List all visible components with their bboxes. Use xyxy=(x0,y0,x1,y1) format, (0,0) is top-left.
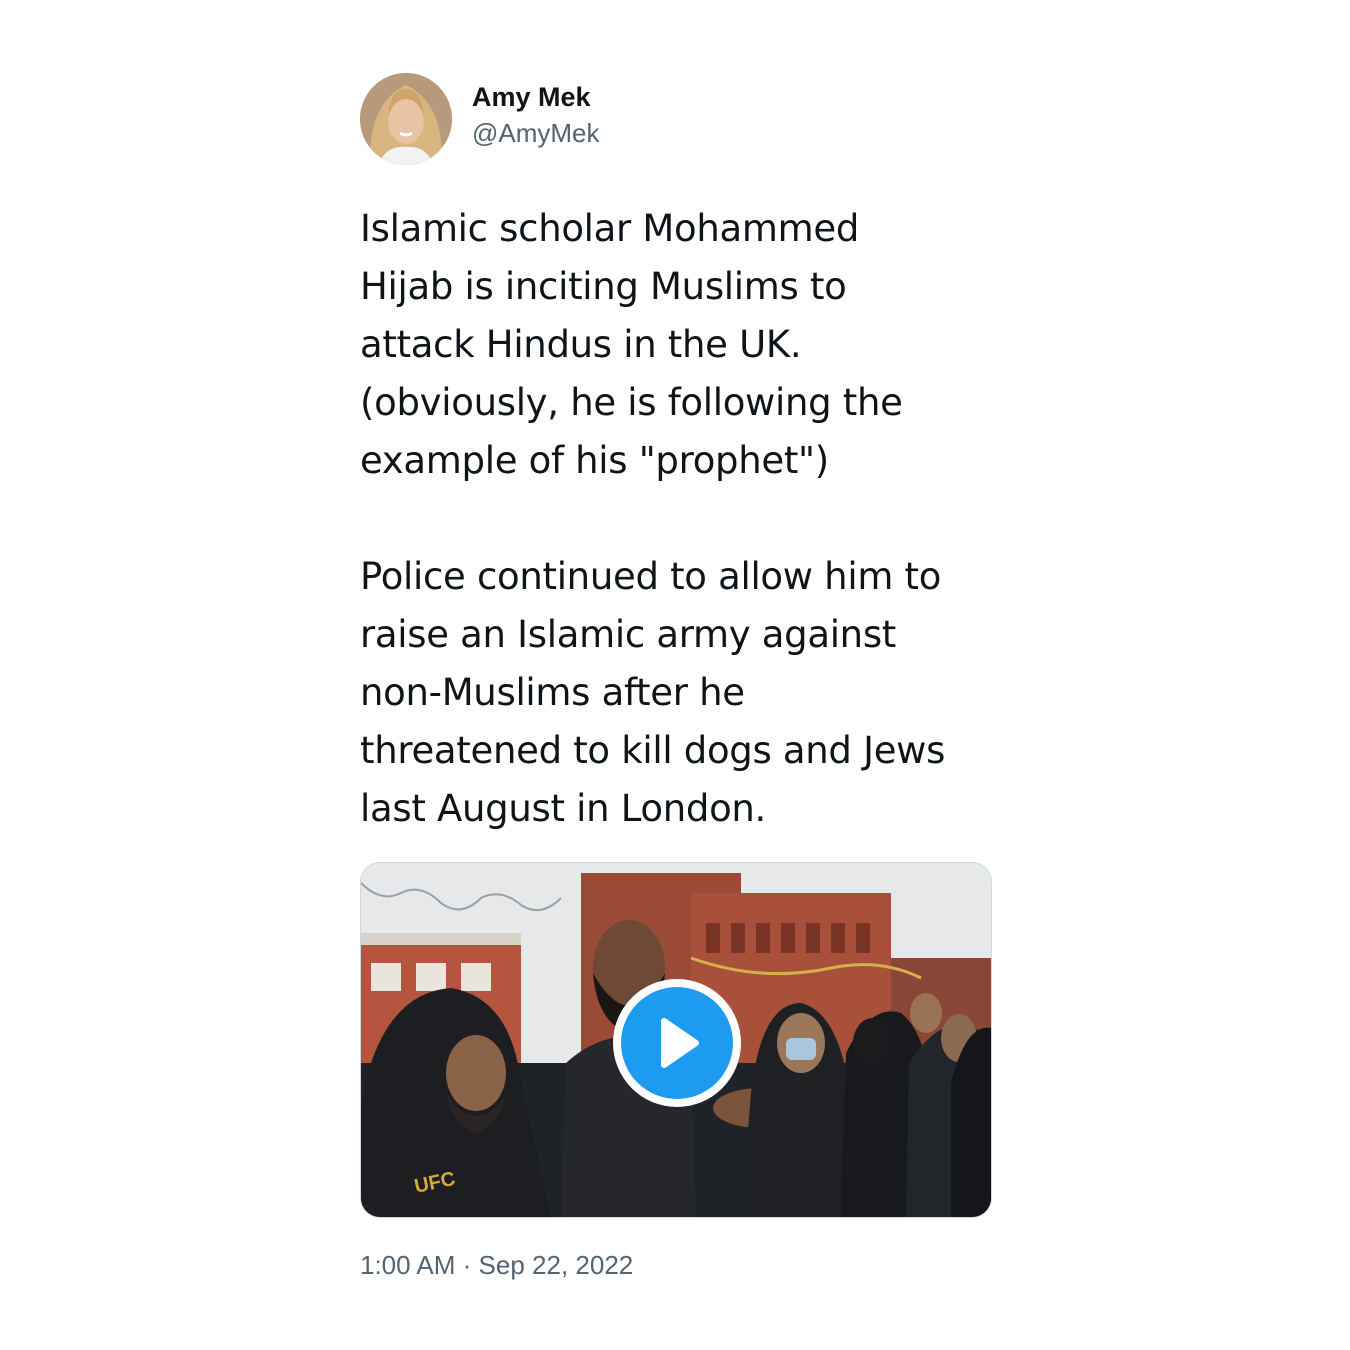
author-names: Amy Mek @AmyMek xyxy=(472,82,600,150)
play-button-inner xyxy=(621,987,733,1099)
play-button[interactable] xyxy=(613,979,741,1107)
author-display-name[interactable]: Amy Mek xyxy=(472,80,600,114)
tweet-video[interactable]: UFC xyxy=(360,862,992,1218)
avatar[interactable] xyxy=(360,73,452,165)
tweet-header: Amy Mek @AmyMek xyxy=(360,72,992,166)
tweet-card: Amy Mek @AmyMek Islamic scholar Mohammed… xyxy=(360,72,992,1282)
author-handle[interactable]: @AmyMek xyxy=(472,116,600,150)
tweet-date: Sep 22, 2022 xyxy=(478,1250,634,1280)
avatar-image xyxy=(360,73,452,165)
tweet-timestamp[interactable]: 1:00 AM · Sep 22, 2022 xyxy=(360,1248,992,1282)
timestamp-separator: · xyxy=(462,1250,472,1280)
play-icon xyxy=(661,1018,699,1068)
tweet-text: Islamic scholar Mohammed Hijab is inciti… xyxy=(360,207,946,830)
tweet-time: 1:00 AM xyxy=(360,1250,456,1280)
